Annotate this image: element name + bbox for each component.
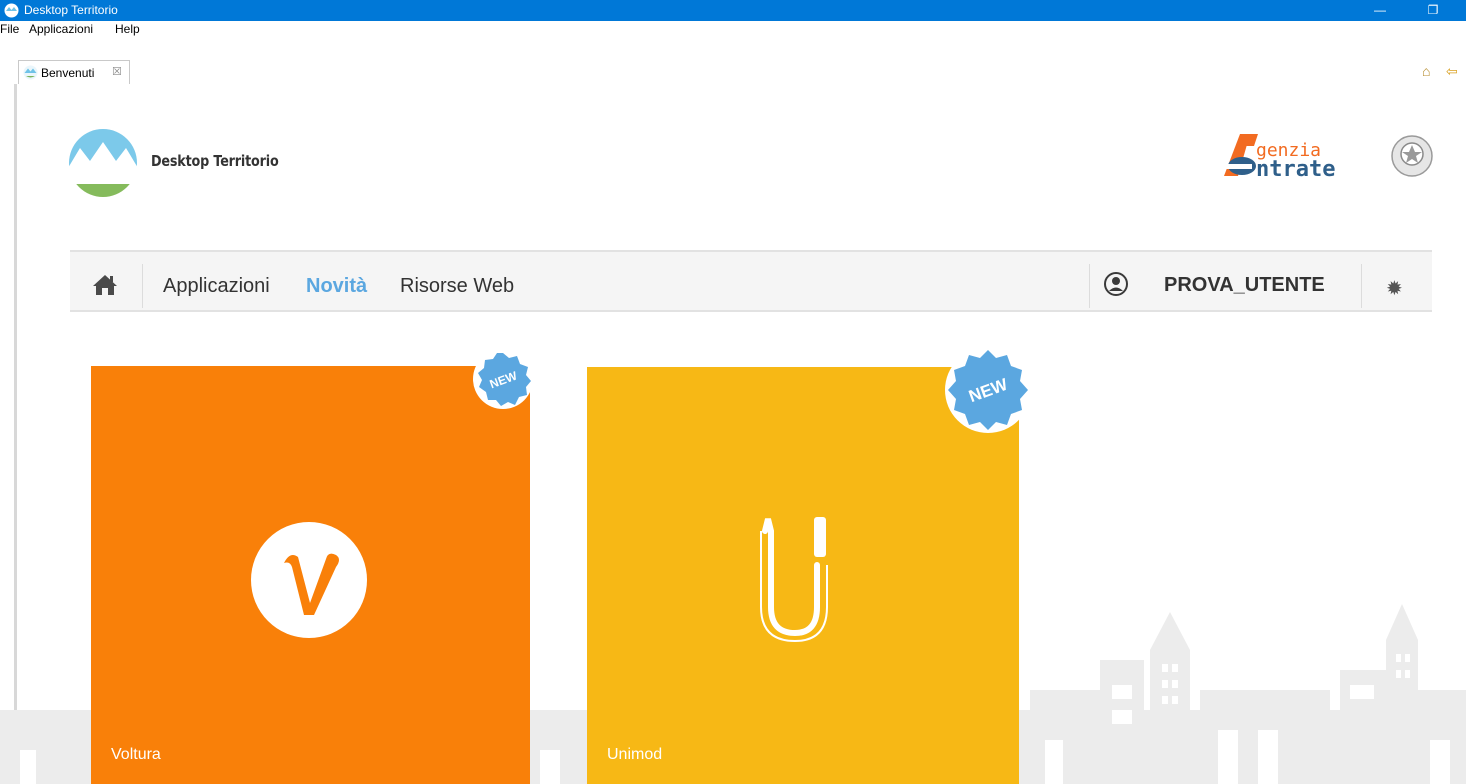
user-name[interactable]: PROVA_UTENTE — [1164, 274, 1325, 297]
app-name: Desktop Territorio — [151, 152, 279, 170]
nav-divider — [1089, 264, 1090, 308]
new-badge-icon: NEW — [473, 349, 533, 409]
tile-label-unimod: Unimod — [607, 746, 663, 763]
nav-divider — [142, 264, 143, 308]
nav-risorse-web[interactable]: Risorse Web — [400, 275, 514, 298]
tab-app-icon — [23, 65, 38, 80]
emblem-icon — [1391, 135, 1433, 177]
menu-file[interactable]: File — [0, 22, 19, 36]
desktop-territorio-logo — [69, 129, 137, 197]
restore-button[interactable]: ❐ — [1418, 0, 1448, 21]
home-icon[interactable] — [92, 274, 118, 296]
main-nav: Applicazioni Novità Risorse Web PROVA_UT… — [70, 250, 1432, 312]
tab-close-icon[interactable]: ☒ — [112, 65, 122, 78]
menu-help[interactable]: Help — [115, 22, 140, 36]
nav-divider — [1361, 264, 1362, 308]
agenzia-entrate-logo: genzia ntrate — [1222, 134, 1433, 182]
window-title: Desktop Territorio — [24, 3, 118, 17]
app-icon — [4, 3, 19, 18]
gear-icon[interactable]: ✹ — [1386, 276, 1403, 301]
nav-applicazioni[interactable]: Applicazioni — [163, 275, 270, 298]
back-toolbar-icon[interactable]: ⇦ — [1446, 63, 1458, 80]
tab-label: Benvenuti — [41, 66, 95, 80]
user-avatar-icon[interactable] — [1104, 272, 1128, 296]
new-badge-icon: NEW — [945, 347, 1031, 433]
nav-novita[interactable]: Novità — [306, 275, 367, 298]
window-title-bar: Desktop Territorio — ❐ — [0, 0, 1466, 21]
voltura-logo-icon — [251, 522, 367, 638]
menu-bar: File Applicazioni Help — [0, 21, 1466, 38]
minimize-button[interactable]: — — [1365, 0, 1395, 21]
tab-benvenuti[interactable]: Benvenuti ☒ — [18, 60, 130, 84]
unimod-logo-icon — [760, 517, 828, 643]
menu-applicazioni[interactable]: Applicazioni — [29, 22, 93, 36]
agency-line2: ntrate — [1256, 157, 1335, 182]
tile-label-voltura: Voltura — [111, 746, 161, 763]
home-toolbar-icon[interactable]: ⌂ — [1422, 63, 1430, 79]
app-tile-voltura[interactable]: Voltura — [91, 366, 530, 784]
